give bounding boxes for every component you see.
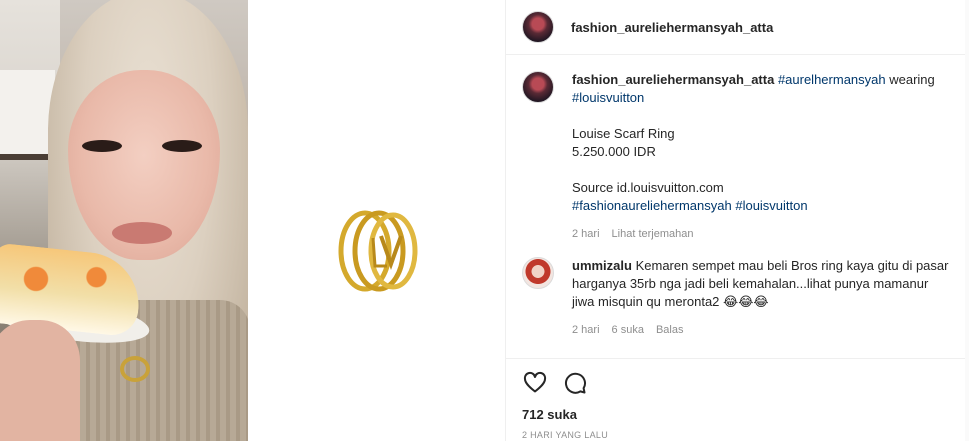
action-bar [506,359,969,407]
post-media[interactable] [0,0,505,441]
hashtag-louisvuitton[interactable]: #louisvuitton [572,89,953,107]
right-eye [162,140,202,152]
comment-time[interactable]: 2 hari [572,321,600,339]
instagram-post: fashion_aureliehermansyah_atta fashion_a… [0,0,969,441]
heart-icon[interactable] [522,370,548,396]
caption-meta: 2 hari Lihat terjemahan [572,225,953,243]
comment-body: ummizalu Kemaren sempet mau beli Bros ri… [572,257,953,339]
like-count[interactable]: 712 suka [506,407,969,422]
comment-meta: 2 hari 6 suka Balas [572,321,953,339]
comment-icon[interactable] [562,370,588,396]
caption-word: wearing [885,72,935,87]
scrollbar[interactable] [965,0,969,441]
caption-source: Source id.louisvuitton.com [572,180,724,195]
comment-likes[interactable]: 6 suka [612,321,644,339]
caption-hashtags: #fashionaureliehermansyah #louisvuitton [572,197,953,215]
hashtag-louisvuitton-2[interactable]: #louisvuitton [735,198,807,213]
posted-time: 2 HARI YANG LALU [522,430,608,440]
left-eye [82,140,122,152]
post-header: fashion_aureliehermansyah_atta [506,0,969,55]
caption-product-name: Louise Scarf Ring [572,126,675,141]
comment-item: ummizalu Kemaren sempet mau beli Bros ri… [522,257,953,339]
caption-time[interactable]: 2 hari [572,225,600,243]
caption-first-line: fashion_aureliehermansyah_atta #aurelher… [572,71,953,107]
comments-section[interactable]: fashion_aureliehermansyah_atta #aurelher… [506,55,969,359]
caption-avatar[interactable] [522,71,554,103]
hand [0,320,80,441]
product-photo [248,0,505,441]
hashtag-fashionaureliehermansyah[interactable]: #fashionaureliehermansyah [572,198,732,213]
shelf [0,70,55,160]
scarf-ring-image [338,210,418,292]
caption-body: fashion_aureliehermansyah_atta #aurelher… [572,71,953,243]
caption-username[interactable]: fashion_aureliehermansyah_atta [572,72,774,87]
lips [112,222,172,244]
caption: fashion_aureliehermansyah_atta #aurelher… [522,71,953,243]
post-photo [0,0,248,441]
see-translation-button[interactable]: Lihat terjemahan [612,225,694,243]
author-username[interactable]: fashion_aureliehermansyah_atta [571,20,773,35]
caption-price: 5.250.000 IDR [572,144,656,159]
hashtag-aurelhermansyah[interactable]: #aurelhermansyah [778,72,886,87]
commenter-username[interactable]: ummizalu [572,258,632,273]
reply-button[interactable]: Balas [656,321,684,339]
author-avatar[interactable] [522,11,554,43]
post-side-panel: fashion_aureliehermansyah_atta fashion_a… [505,0,969,441]
brooch [120,356,150,382]
commenter-avatar[interactable] [522,257,554,289]
